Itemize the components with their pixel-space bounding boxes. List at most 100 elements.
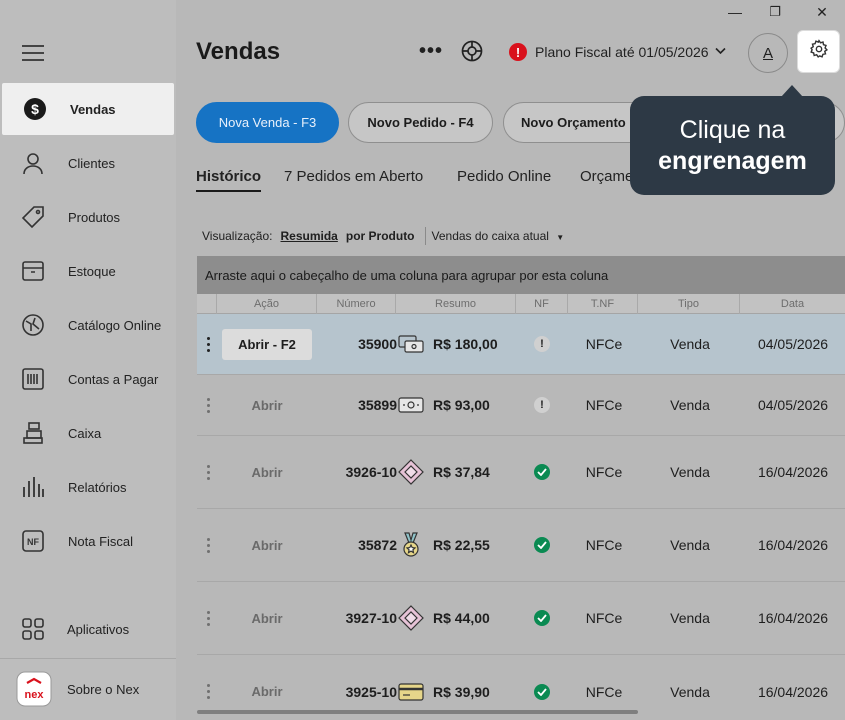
tab-pedidos-em-aberto[interactable]: 7 Pedidos em Aberto [284,168,423,185]
page-title: Vendas [196,38,281,65]
row-menu-icon[interactable] [203,509,213,581]
sidebar-item-nota-fiscal[interactable]: NF Nota Fiscal [0,515,176,567]
sidebar-item-clientes[interactable]: Clientes [0,137,176,189]
support-lifebuoy-icon[interactable] [460,39,486,65]
view-label: Visualização: [202,229,273,243]
nf-type: NFCe [585,397,623,413]
person-icon [20,150,46,176]
cash-icon [398,375,424,435]
nova-venda-button[interactable]: Nova Venda - F3 [196,102,339,143]
gear-icon [809,39,829,64]
table-row[interactable]: Abrir 3926-10 R$ 37,84 NFCe Venda 16/04/… [197,436,845,509]
caixa-filter-label: Vendas do caixa atual [431,229,549,243]
caixa-filter-dropdown[interactable]: Vendas do caixa atual ▼ [432,229,573,243]
settings-gear-button[interactable] [797,30,840,73]
sidebar-item-sobre[interactable]: nex Sobre o Nex [0,663,176,715]
open-sale-button[interactable]: Abrir - F2 [222,314,312,374]
sale-date: 04/05/2026 [757,397,829,413]
barcode-icon [20,366,46,392]
more-options-button[interactable]: ••• [418,38,444,64]
sale-value: R$ 37,84 [433,464,490,480]
catalog-icon [20,312,46,338]
sidebar-item-estoque[interactable]: Estoque [0,245,176,297]
sale-number: 3927-10 [345,610,397,626]
sale-number: 3926-10 [345,464,397,480]
table-row[interactable]: Abrir 35872 R$ 22,55 NFCe Venda 16/04/20… [197,509,845,582]
sale-type: Venda [670,610,710,626]
sale-type: Venda [670,397,710,413]
row-menu-icon[interactable] [203,582,213,654]
avatar[interactable]: A [748,33,788,73]
nf-icon: NF [20,528,46,554]
view-divider [424,227,426,245]
tab-orcamentos[interactable]: Orçame [580,168,633,185]
sidebar-item-contas-a-pagar[interactable]: Contas a Pagar [0,353,176,405]
sidebar: $ Vendas Clientes Produtos Estoque Catál… [0,0,176,720]
sale-type: Venda [670,683,710,700]
table-row[interactable]: Abrir 35899 R$ 93,00 ! NFCe Venda 04/05/… [197,375,845,436]
open-sale-button[interactable]: Abrir [222,509,312,581]
sale-value: R$ 44,00 [433,610,490,626]
tooltip-line-1: Clique na [679,115,786,144]
view-por-produto[interactable]: por Produto [346,229,415,243]
hamburger-menu-icon[interactable] [22,45,44,61]
sidebar-item-aplicativos[interactable]: Aplicativos [0,603,176,655]
sale-number: 35872 [358,537,397,553]
sale-value: R$ 180,00 [433,336,498,352]
svg-text:NF: NF [27,537,39,547]
sidebar-item-label: Aplicativos [67,621,130,637]
column-resumo[interactable]: Resumo [395,294,515,314]
column-tipo[interactable]: Tipo [637,294,739,314]
sale-type: Venda [670,537,710,553]
svg-text:nex: nex [25,689,45,701]
group-by-drop-area[interactable]: Arraste aqui o cabeçalho de uma coluna p… [197,256,845,294]
view-resumida[interactable]: Resumida [281,229,338,243]
nf-type: NFCe [585,537,623,553]
tab-pedido-online[interactable]: Pedido Online [457,168,551,185]
bars-icon [20,474,46,500]
nf-ok-icon [534,464,550,480]
row-menu-icon[interactable] [203,375,213,435]
column-tnf[interactable]: T.NF [567,294,637,314]
sale-type: Venda [670,464,710,480]
sidebar-item-produtos[interactable]: Produtos [0,191,176,243]
sidebar-item-label: Vendas [70,101,116,117]
tab-historico[interactable]: Histórico [196,168,262,192]
open-sale-button[interactable]: Abrir [222,436,312,508]
minimize-button[interactable]: — [724,2,746,22]
close-button[interactable]: ✕ [811,2,833,22]
sidebar-item-caixa[interactable]: Caixa [0,407,176,459]
grid-icon [20,616,46,642]
sidebar-item-vendas[interactable]: $ Vendas [2,83,174,135]
sale-date: 16/04/2026 [757,683,829,700]
pix-icon [398,582,424,654]
sale-date: 16/04/2026 [757,610,829,626]
horizontal-scrollbar[interactable] [197,710,638,714]
sale-date: 04/05/2026 [757,336,829,352]
sidebar-item-relatorios[interactable]: Relatórios [0,461,176,513]
view-options: Visualização: Resumida por Produto Venda… [202,227,580,245]
restore-button[interactable]: ❐ [764,2,786,22]
column-acao[interactable]: Ação [216,294,316,314]
open-sale-button[interactable]: Abrir [222,582,312,654]
open-sale-button[interactable]: Abrir [222,375,312,435]
table-row[interactable]: Abrir - F2 35900 R$ 180,00 ! NFCe Venda … [197,314,845,375]
table-row[interactable]: Abrir 3927-10 R$ 44,00 NFCe Venda 16/04/… [197,582,845,655]
tooltip-clique-engrenagem: Clique na engrenagem [630,85,835,195]
nf-status [529,436,555,508]
row-menu-icon[interactable] [203,436,213,508]
nf-type: NFCe [585,336,623,352]
column-data[interactable]: Data [739,294,845,314]
sale-number: 35900 [358,336,397,352]
nf-type: NFCe [585,464,623,480]
nf-warning-icon: ! [534,397,550,413]
sidebar-item-label: Estoque [68,263,116,279]
column-numero[interactable]: Número [316,294,395,314]
row-menu-icon[interactable] [203,314,213,374]
novo-pedido-button[interactable]: Novo Pedido - F4 [348,102,493,143]
column-nf[interactable]: NF [515,294,567,314]
plan-status[interactable]: ! Plano Fiscal até 01/05/2026 [509,40,726,64]
tooltip-line-2: engrenagem [658,146,807,175]
sidebar-item-catalogo[interactable]: Catálogo Online [0,299,176,351]
sidebar-item-label: Sobre o Nex [67,681,140,697]
